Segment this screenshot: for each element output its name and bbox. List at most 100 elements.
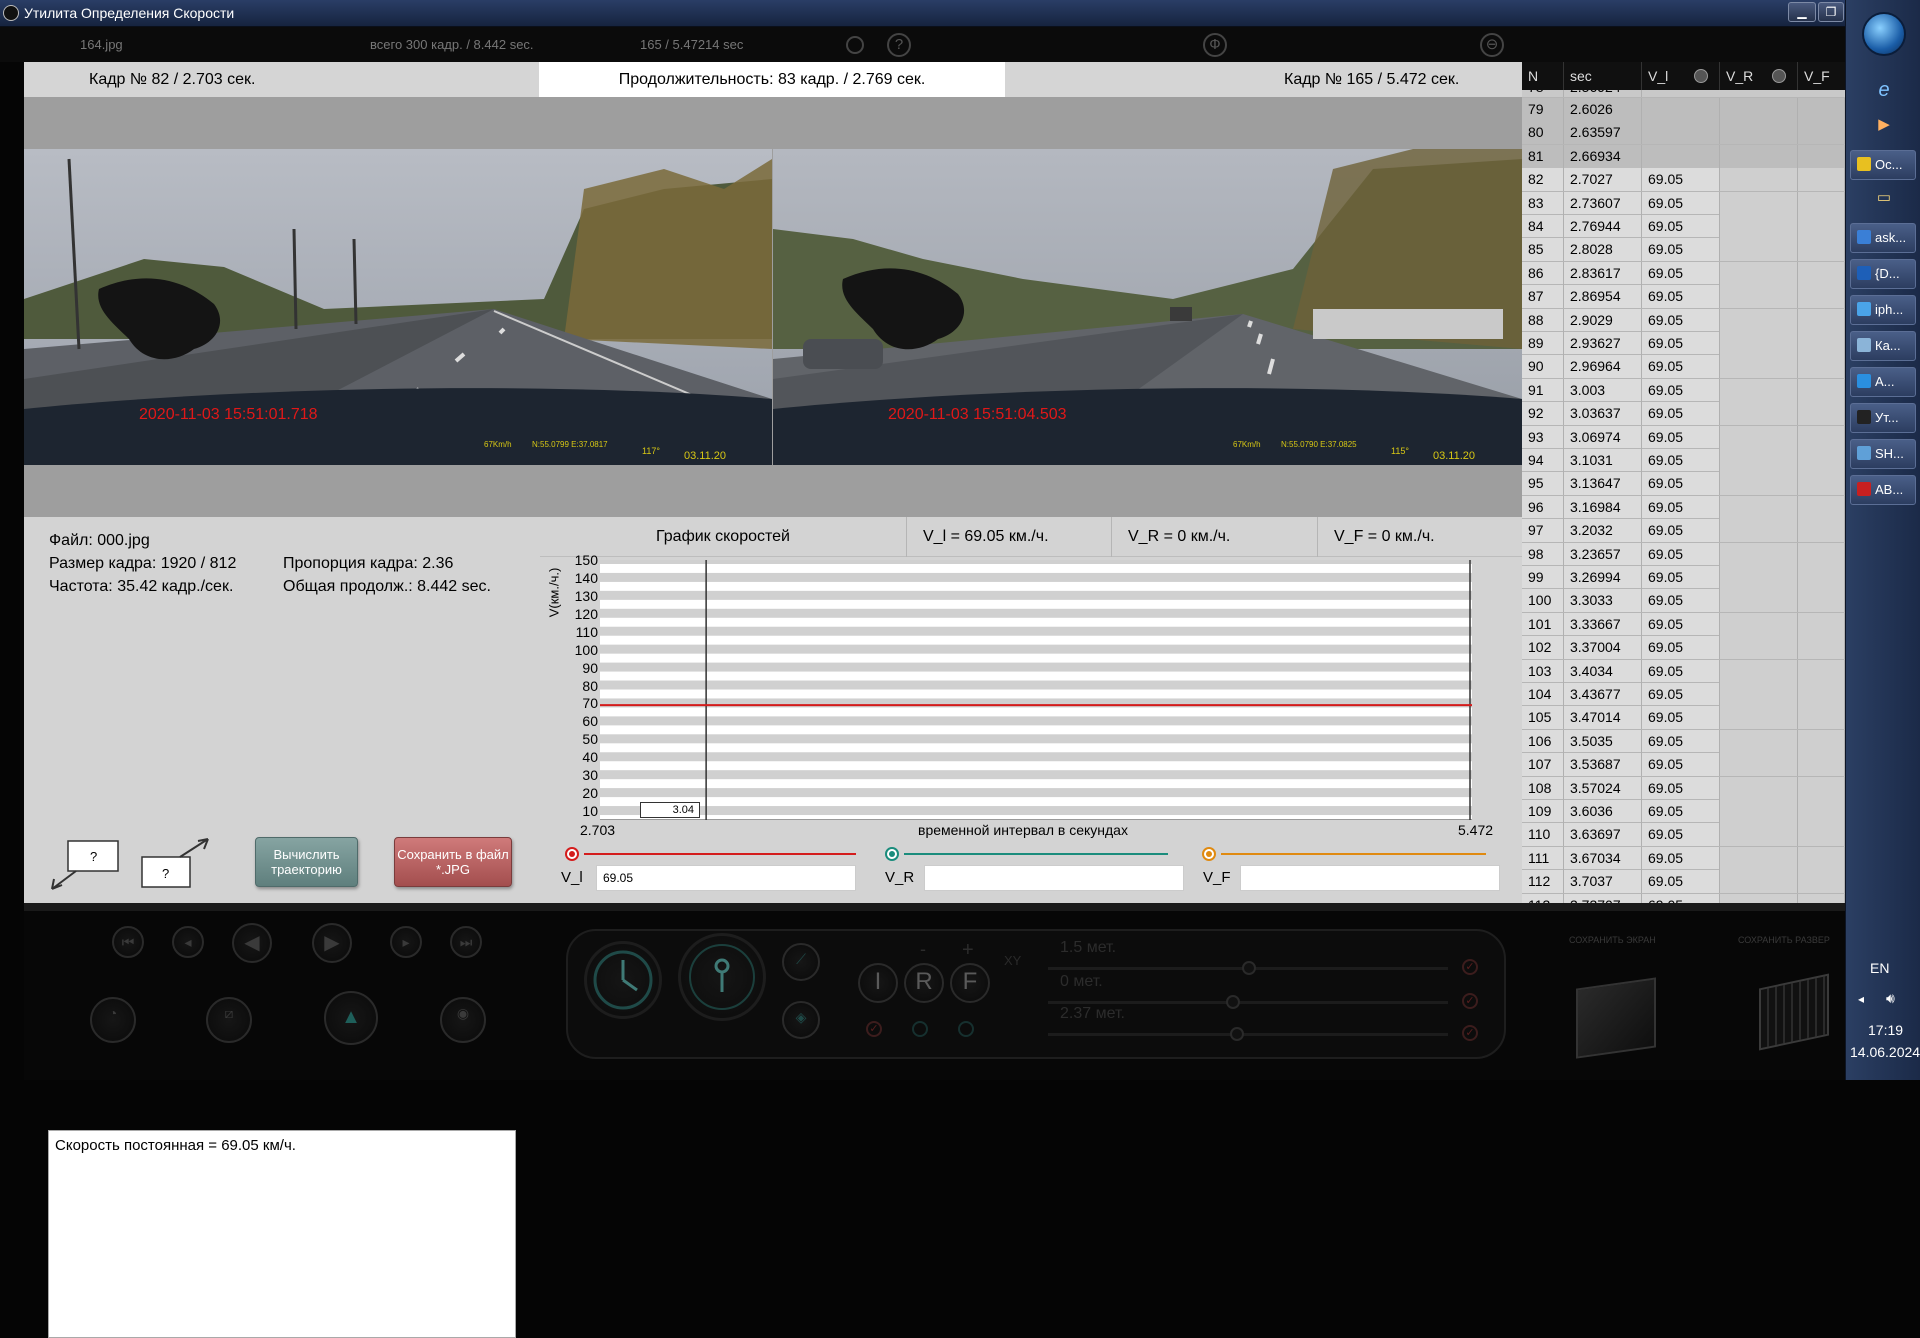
taskbar-item[interactable]: ask... [1850,223,1916,253]
table-row[interactable]: 96 3.16984 69.05 [1522,495,1845,520]
media-icon[interactable]: ▶ [1874,115,1894,135]
save-jpg-button[interactable]: Сохранить в файл *.JPG [394,837,512,887]
vf-input[interactable] [1240,865,1500,891]
table-row[interactable]: 80 2.63597 [1522,121,1845,145]
cube-icon[interactable]: ◈ [782,1001,820,1039]
taskbar-item[interactable]: {D... [1850,259,1916,289]
vl-column-toggle-icon[interactable] [1694,69,1708,83]
compute-trajectory-button[interactable]: Вычислить траекторию [255,837,358,887]
vl-input[interactable]: 69.05 [596,865,856,891]
help-icon[interactable]: ? [887,33,911,57]
table-row[interactable]: 82 2.7027 69.05 [1522,168,1845,192]
taskbar-item[interactable]: AB... [1850,475,1916,505]
clock-icon[interactable] [584,941,662,1019]
slider3-check-icon[interactable]: ✓ [1462,1025,1478,1041]
table-row[interactable]: 103 3.4034 69.05 [1522,659,1845,683]
compass-icon[interactable] [678,933,766,1021]
slider3-knob[interactable] [1230,1027,1244,1041]
table-row[interactable]: 88 2.9029 69.05 [1522,308,1845,332]
table-row[interactable]: 105 3.47014 69.05 [1522,706,1845,730]
start-frame-photo[interactable]: 2020-11-03 15:51:01.718 67Km/h N:55.0799… [24,149,772,465]
language-indicator[interactable]: EN [1870,960,1889,976]
vr-input[interactable] [924,865,1184,891]
vf-radio[interactable] [1202,847,1216,861]
i-mode-button[interactable]: I [858,963,898,1003]
table-row[interactable]: 81 2.66934 [1522,144,1845,169]
taskbar-item[interactable]: SH... [1850,439,1916,469]
taskbar-item[interactable]: Ка... [1850,331,1916,361]
phi-icon[interactable]: Ф [1203,33,1227,57]
table-row[interactable]: 87 2.86954 69.05 [1522,285,1845,309]
table-row[interactable]: 99 3.26994 69.05 [1522,566,1845,590]
i-check-icon[interactable]: ✓ [866,1021,882,1037]
slider1-check-icon[interactable]: ✓ [1462,959,1478,975]
r-check-icon[interactable] [912,1021,928,1037]
taskbar-item[interactable]: Ут... [1850,403,1916,433]
slider2-check-icon[interactable]: ✓ [1462,993,1478,1009]
clock-time[interactable]: 17:19 [1868,1022,1903,1038]
table-row[interactable]: 101 3.33667 69.05 [1522,612,1845,637]
play-back-icon[interactable]: ◀ [232,923,272,963]
next-frame-icon[interactable]: ▸ [390,926,422,958]
play-icon[interactable]: ▶ [312,923,352,963]
end-frame-photo[interactable]: 2020-11-03 15:51:04.503 67Km/h N:55.0790… [773,149,1522,465]
road-icon[interactable]: ▲ [324,991,378,1045]
table-row[interactable]: 97 3.2032 69.05 [1522,519,1845,543]
save-screen-icon[interactable] [1576,977,1656,1059]
result-textarea[interactable]: Скорость постоянная = 69.05 км/ч. [48,1130,516,1338]
table-row[interactable]: 110 3.63697 69.05 [1522,823,1845,847]
slider2-knob[interactable] [1226,995,1240,1009]
start-button[interactable] [1862,12,1906,56]
ie-icon[interactable]: e [1874,80,1894,100]
table-row[interactable]: 92 3.03637 69.05 [1522,402,1845,426]
vr-column-toggle-icon[interactable] [1772,69,1786,83]
vl-radio[interactable] [565,847,579,861]
maximize-button[interactable]: ❐ [1818,2,1844,22]
table-row[interactable]: 98 3.23657 69.05 [1522,542,1845,566]
save-layout-icon[interactable] [1759,973,1829,1051]
col-vl[interactable]: V_l [1642,62,1720,90]
f-check-icon[interactable] [958,1021,974,1037]
table-row[interactable]: 86 2.83617 69.05 [1522,261,1845,286]
volume-icon[interactable]: 🔊︎ [1886,990,1895,1007]
tray-arrow-icon[interactable]: ◂ [1858,992,1864,1006]
f-mode-button[interactable]: F [950,963,990,1003]
help-right-arrow-icon[interactable]: ? [140,835,220,893]
slider1-knob[interactable] [1242,961,1256,975]
first-frame-icon[interactable]: ⏮ [112,926,144,958]
theta-icon[interactable]: ⊖ [1480,33,1504,57]
col-vr[interactable]: V_R [1720,62,1798,90]
taskbar-item[interactable]: А... [1850,367,1916,397]
table-row[interactable]: 90 2.96964 69.05 [1522,355,1845,379]
table-row[interactable]: 94 3.1031 69.05 [1522,449,1845,473]
grid-perspective-icon[interactable]: ⧄ [206,997,252,1043]
table-row[interactable]: 95 3.13647 69.05 [1522,472,1845,496]
table-row[interactable]: 89 2.93627 69.05 [1522,332,1845,356]
clock-date[interactable]: 14.06.2024 [1850,1044,1920,1060]
table-row[interactable]: 112 3.7037 69.05 [1522,870,1845,894]
table-row[interactable]: 91 3.003 69.05 [1522,378,1845,403]
table-row[interactable]: 93 3.06974 69.05 [1522,425,1845,449]
camera-icon[interactable]: ◉ [440,997,486,1043]
record-icon[interactable] [846,36,864,54]
table-row[interactable]: 107 3.53687 69.05 [1522,753,1845,777]
prev-frame-icon[interactable]: ◂ [172,926,204,958]
table-row[interactable]: 84 2.76944 69.05 [1522,215,1845,239]
table-row[interactable]: 102 3.37004 69.05 [1522,636,1845,660]
frames-table[interactable]: N sec V_l V_R V_F 78 2.56924 792.6026802… [1522,62,1845,909]
table-row[interactable]: 100 3.3033 69.05 [1522,589,1845,613]
edit-line-icon[interactable]: ⟋ [782,943,820,981]
table-row[interactable]: 83 2.73607 69.05 [1522,191,1845,215]
taskbar-item[interactable]: iph... [1850,295,1916,325]
r-mode-button[interactable]: R [904,963,944,1003]
help-left-arrow-icon[interactable]: ? [46,835,126,893]
col-vf[interactable]: V_F [1798,62,1845,90]
taskbar-item[interactable]: Ос... [1850,150,1916,180]
table-row[interactable]: 111 3.67034 69.05 [1522,846,1845,871]
table-row[interactable]: 79 2.6026 [1522,98,1845,122]
table-row[interactable]: 104 3.43677 69.05 [1522,683,1845,707]
table-row[interactable]: 85 2.8028 69.05 [1522,238,1845,262]
minimize-button[interactable]: ▁ [1788,2,1816,22]
table-row[interactable]: 109 3.6036 69.05 [1522,800,1845,824]
folder-icon[interactable]: ▭ [1874,188,1894,208]
